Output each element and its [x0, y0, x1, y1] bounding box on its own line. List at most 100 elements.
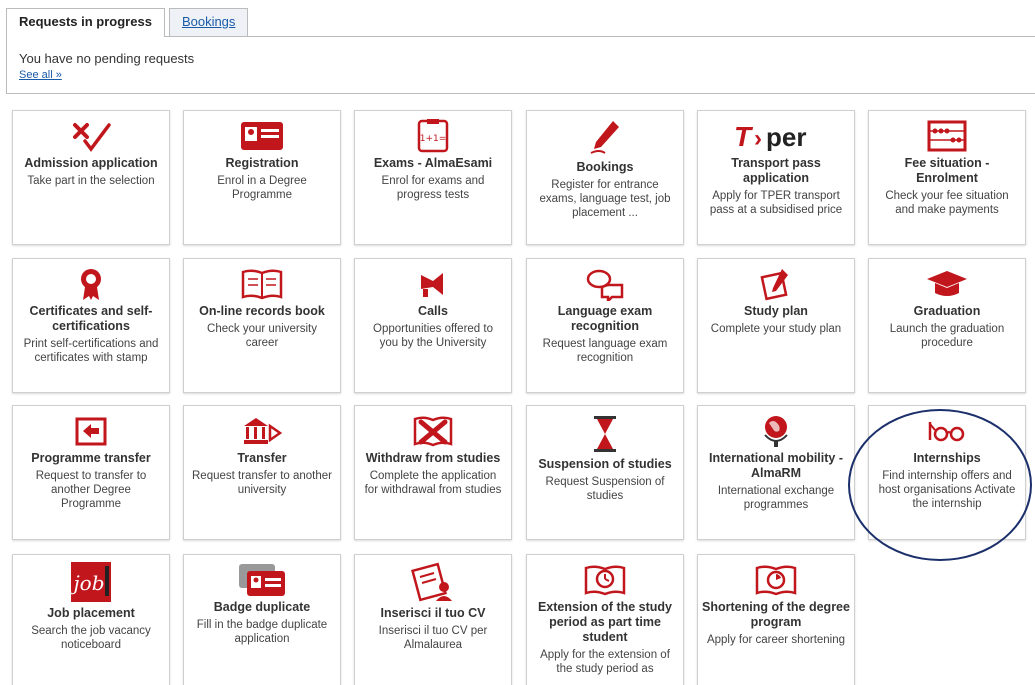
glasses-icon — [869, 413, 1025, 449]
tile-online-records-book[interactable]: On-line records book Check your universi… — [183, 258, 341, 393]
tile-title: International mobility - AlmaRM — [708, 451, 844, 480]
tile-certificates[interactable]: Certificates and self-certifications Pri… — [12, 258, 170, 393]
tile-programme-transfer[interactable]: Programme transfer Request to transfer t… — [12, 405, 170, 540]
tile-job-placement[interactable]: job Job placement Search the job vacancy… — [12, 554, 170, 685]
tile-title: Calls — [418, 304, 448, 318]
withdraw-icon — [355, 413, 511, 449]
requests-panel: You have no pending requests See all » — [6, 36, 1035, 94]
tile-title: Programme transfer — [31, 451, 151, 465]
tab-requests-in-progress[interactable]: Requests in progress — [6, 8, 165, 37]
tile-description: Check your university career — [207, 323, 317, 349]
tile-withdraw-from-studies[interactable]: Withdraw from studies Complete the appli… — [354, 405, 512, 540]
pencil-icon — [527, 116, 683, 158]
no-requests-message: You have no pending requests — [19, 51, 195, 66]
tile-title: Suspension of studies — [538, 457, 672, 471]
tile-inserisci-cv[interactable]: Inserisci il tuo CV Inserisci il tuo CV … — [354, 554, 512, 685]
tile-shortening-degree[interactable]: Shortening of the degree program Apply f… — [697, 554, 855, 685]
id-card-icon — [184, 118, 340, 154]
badge-icon — [184, 562, 340, 598]
tile-graduation[interactable]: Graduation Launch the graduation procedu… — [868, 258, 1026, 393]
tile-title: Extension of the study period as part ti… — [537, 600, 673, 644]
tile-description: Print self-certifications and certificat… — [23, 338, 159, 364]
tile-suspension-of-studies[interactable]: Suspension of studies Request Suspension… — [526, 405, 684, 540]
study-plan-icon — [698, 266, 854, 302]
tile-calls[interactable]: Calls Opportunities offered to you by th… — [354, 258, 512, 393]
tile-title: On-line records book — [199, 304, 325, 318]
see-all-link[interactable]: See all » — [19, 69, 62, 81]
tile-title: Registration — [225, 156, 299, 170]
programme-transfer-icon — [13, 413, 169, 449]
exam-sheet-icon: 1+1= — [355, 118, 511, 154]
admission-icon — [13, 118, 169, 154]
tile-description: Request Suspension of studies — [545, 476, 665, 502]
svg-text:›: › — [754, 125, 762, 151]
tile-description: Apply for TPER transport pass at a subsi… — [709, 190, 843, 216]
tile-description: Fill in the badge duplicate application — [196, 619, 328, 645]
tile-description: Enrol in a Degree Programme — [217, 175, 307, 201]
tile-title: Transport pass application — [731, 156, 821, 185]
tile-title: Badge duplicate — [213, 600, 311, 614]
rosette-icon — [13, 266, 169, 302]
tile-internships[interactable]: Internships Find internship offers and h… — [868, 405, 1026, 540]
tile-international-mobility[interactable]: International mobility - AlmaRM Internat… — [697, 405, 855, 540]
tile-title: Graduation — [913, 304, 981, 318]
tile-description: International exchange programmes — [717, 485, 835, 511]
tile-description: Request to transfer to another Degree Pr… — [35, 470, 147, 510]
tab-bookings[interactable]: Bookings — [168, 8, 249, 36]
tile-title: Transfer — [237, 451, 287, 465]
cv-icon — [355, 560, 511, 604]
shortening-icon — [698, 562, 854, 598]
tile-description: Request language exam recognition — [542, 338, 668, 364]
tile-extension-study-period[interactable]: Extension of the study period as part ti… — [526, 554, 684, 685]
tile-title: Internships — [913, 451, 981, 465]
tile-registration[interactable]: Registration Enrol in a Degree Programme — [183, 110, 341, 245]
tile-title: Study plan — [744, 304, 808, 318]
svg-text:T: T — [734, 121, 754, 151]
tile-description: Check your fee situation and make paymen… — [885, 190, 1009, 216]
abacus-icon — [869, 118, 1025, 154]
tile-study-plan[interactable]: Study plan Complete your study plan — [697, 258, 855, 393]
tile-title: Inserisci il tuo CV — [380, 606, 486, 620]
svg-text:job: job — [69, 571, 104, 595]
tab-bar: Requests in progress Bookings — [6, 8, 249, 37]
tile-description: Opportunities offered to you by the Univ… — [373, 323, 493, 349]
tile-description: Launch the graduation procedure — [889, 323, 1005, 349]
tile-admission-application[interactable]: Admission application Take part in the s… — [12, 110, 170, 245]
tile-description: Request transfer to another university — [192, 470, 332, 496]
hourglass-icon — [527, 413, 683, 455]
tile-description: Complete the application for withdrawal … — [364, 470, 502, 496]
svg-text:1+1=: 1+1= — [420, 134, 447, 144]
tile-description: Enrol for exams and progress tests — [381, 175, 485, 201]
tile-transfer[interactable]: Transfer Request transfer to another uni… — [183, 405, 341, 540]
tile-language-exam[interactable]: Language exam recognition Request langua… — [526, 258, 684, 393]
speech-bubbles-icon — [527, 266, 683, 302]
tile-title: Job placement — [47, 606, 135, 620]
tile-badge-duplicate[interactable]: Badge duplicate Fill in the badge duplic… — [183, 554, 341, 685]
tile-description: Find internship offers and host organisa… — [878, 470, 1016, 510]
tile-description: Take part in the selection — [27, 175, 155, 187]
tile-title: Certificates and self-certifications — [29, 304, 153, 333]
tile-description: Register for entrance exams, language te… — [539, 179, 671, 219]
tile-title: Language exam recognition — [557, 304, 653, 333]
globe-icon — [698, 413, 854, 449]
tile-title: Admission application — [24, 156, 158, 170]
tile-fee-situation[interactable]: Fee situation - Enrolment Check your fee… — [868, 110, 1026, 245]
tile-title: Fee situation - Enrolment — [904, 156, 990, 185]
tile-exams-almaesami[interactable]: 1+1= Exams - AlmaEsami Enrol for exams a… — [354, 110, 512, 245]
tile-title: Withdraw from studies — [365, 451, 501, 465]
megaphone-icon — [355, 266, 511, 302]
tile-description: Apply for the extension of the study per… — [540, 649, 670, 675]
tile-description: Apply for career shortening — [706, 634, 846, 646]
svg-text:per: per — [766, 122, 806, 151]
tile-description: Search the job vacancy noticeboard — [31, 625, 151, 651]
tile-bookings[interactable]: Bookings Register for entrance exams, la… — [526, 110, 684, 245]
job-logo-icon: job — [13, 560, 169, 604]
tile-title: Exams - AlmaEsami — [373, 156, 493, 170]
tile-description: Inserisci il tuo CV per Almalaurea — [378, 625, 488, 651]
tile-title: Shortening of the degree program — [702, 600, 850, 629]
book-icon — [184, 266, 340, 302]
tile-transport-pass[interactable]: T › per Transport pass application Apply f… — [697, 110, 855, 245]
tper-logo-icon: T › per — [698, 118, 854, 154]
tile-description: Complete your study plan — [710, 323, 842, 335]
graduation-cap-icon — [869, 266, 1025, 302]
